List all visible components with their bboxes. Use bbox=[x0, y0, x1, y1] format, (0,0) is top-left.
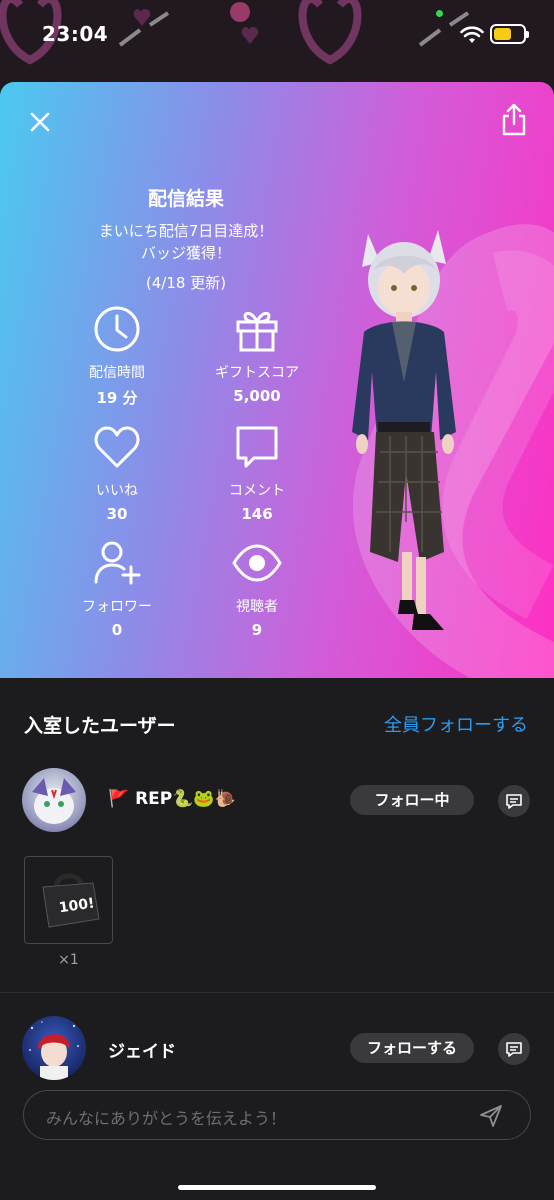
avatar-character-image bbox=[352, 230, 456, 630]
chat-icon bbox=[506, 1042, 522, 1057]
following-button[interactable]: フォロー中 bbox=[350, 785, 474, 815]
result-subtitle-line2: バッジ獲得！ bbox=[140, 244, 231, 262]
user-avatar[interactable] bbox=[22, 768, 86, 832]
stream-result-card: 配信結果 まいにち配信7日目達成！ バッジ獲得！ (4/18 更新) 配信時間 … bbox=[0, 82, 554, 678]
follow-button[interactable]: フォローする bbox=[350, 1033, 474, 1063]
clock-icon bbox=[94, 306, 140, 352]
add-user-icon bbox=[94, 541, 141, 585]
user-avatar-image bbox=[29, 1021, 79, 1080]
stat-label: いいね bbox=[96, 483, 138, 499]
stat-viewers: 視聴者 9 bbox=[182, 538, 332, 639]
stat-value: 5,000 bbox=[233, 387, 281, 405]
close-icon[interactable] bbox=[24, 106, 56, 138]
stat-gift-score: ギフトスコア 5,000 bbox=[182, 304, 332, 405]
chat-icon bbox=[506, 794, 522, 809]
gift-count: ×1 bbox=[58, 952, 79, 968]
weight-gift-icon: 100! bbox=[42, 873, 100, 928]
share-icon[interactable] bbox=[498, 102, 530, 138]
stat-label: コメント bbox=[229, 483, 285, 499]
stat-value: 146 bbox=[241, 505, 273, 523]
stat-label: ギフトスコア bbox=[215, 365, 299, 381]
battery-icon bbox=[490, 24, 529, 44]
result-updated-date: (4/18 更新) bbox=[145, 274, 227, 292]
wifi-icon bbox=[460, 26, 484, 43]
send-icon[interactable] bbox=[478, 1103, 504, 1129]
gift-icon bbox=[236, 311, 278, 352]
stat-likes: いいね 30 bbox=[42, 422, 192, 523]
status-bar: 23:04 bbox=[0, 0, 554, 82]
stat-label: フォロワー bbox=[82, 599, 152, 615]
heart-icon bbox=[94, 426, 140, 468]
home-indicator bbox=[178, 1185, 376, 1190]
result-title: 配信結果 bbox=[147, 188, 224, 210]
message-placeholder: みんなにありがとうを伝えよう！ bbox=[46, 1109, 287, 1128]
stat-value: 9 bbox=[251, 621, 263, 639]
visitors-section-title: 入室したユーザー bbox=[24, 715, 176, 737]
user-avatar[interactable] bbox=[22, 1016, 86, 1080]
follow-all-button[interactable]: 全員フォローする bbox=[384, 711, 528, 737]
stat-label: 視聴者 bbox=[236, 599, 278, 615]
comment-icon bbox=[236, 426, 278, 468]
user-name: 🚩 REP🐍🐸🐌 bbox=[108, 789, 236, 809]
result-subtitle: まいにち配信7日目達成！ バッジ獲得！ bbox=[0, 220, 372, 264]
stat-duration: 配信時間 19 分 bbox=[42, 304, 192, 408]
stat-value: 30 bbox=[106, 505, 128, 523]
eye-icon bbox=[232, 544, 282, 582]
user-avatar-image bbox=[32, 778, 76, 824]
stat-followers: フォロワー 0 bbox=[42, 538, 192, 639]
user-name: ジェイド bbox=[108, 1042, 176, 1062]
battery-level bbox=[494, 28, 511, 40]
status-time: 23:04 bbox=[42, 22, 109, 46]
privacy-indicator-dot bbox=[436, 10, 443, 17]
stat-comments: コメント 146 bbox=[182, 422, 332, 523]
result-subtitle-line1: まいにち配信7日目達成！ bbox=[98, 222, 274, 240]
message-button[interactable] bbox=[498, 785, 530, 817]
received-gift-item: 100! bbox=[24, 856, 113, 944]
stat-label: 配信時間 bbox=[89, 365, 145, 381]
divider bbox=[0, 992, 554, 993]
thanks-message-input[interactable]: みんなにありがとうを伝えよう！ bbox=[23, 1090, 531, 1140]
stat-value: 0 bbox=[111, 621, 123, 639]
message-button[interactable] bbox=[498, 1033, 530, 1065]
stat-value: 19 分 bbox=[96, 389, 138, 407]
